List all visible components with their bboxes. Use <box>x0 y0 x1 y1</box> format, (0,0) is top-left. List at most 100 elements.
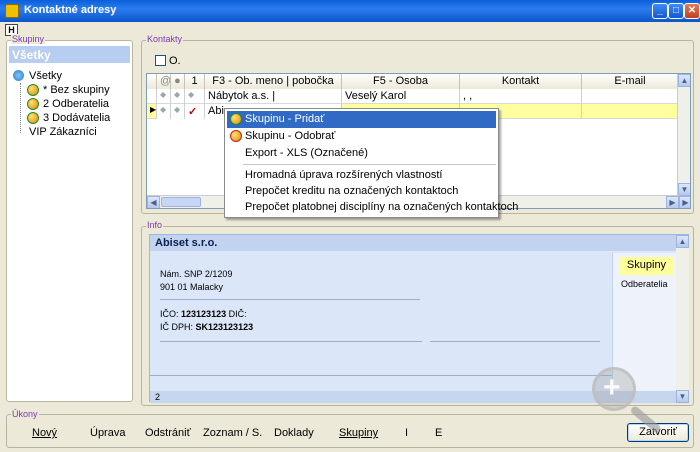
row-pointer-icon: ▶ <box>147 104 157 119</box>
dic-label: DIČ: <box>228 309 247 319</box>
table-row[interactable]: ◆ ◆ ◆ Nábytok a.s. | Veselý Karol , , <box>147 89 679 104</box>
app-icon <box>5 4 19 18</box>
row-dot: ◆ <box>157 104 171 119</box>
context-menu: Skupinu - Pridať Skupinu - Odobrať Expor… <box>224 108 518 218</box>
all-groups-header[interactable]: Všetky <box>9 46 130 63</box>
documents-button[interactable]: Doklady <box>274 427 314 439</box>
check-mark-icon: ✓ <box>185 104 205 119</box>
title-bar: Kontaktné adresy _ □ ✕ <box>0 0 700 22</box>
mark-checkbox[interactable] <box>155 55 166 66</box>
scroll-right-end-icon[interactable]: ▶ <box>679 196 690 208</box>
cell-name[interactable]: Nábytok a.s. | <box>205 89 342 104</box>
menu-item-remove-group[interactable]: Skupinu - Odobrať <box>227 128 496 145</box>
icdph-label: IČ DPH: <box>160 322 194 332</box>
icdph-row: IČ DPH: SK123123123 <box>160 322 253 332</box>
close-window-button[interactable]: ✕ <box>684 3 700 19</box>
address-line-2: 901 01 Malacky <box>160 282 224 292</box>
menu-item-label: Skupinu - Odobrať <box>245 130 336 142</box>
groups-badge: Skupiny <box>619 257 674 275</box>
groups-button[interactable]: Skupiny <box>339 427 378 439</box>
menu-item-label: Hromadná úprava rozšírených vlastností <box>245 169 443 181</box>
tree-item-label: 3 Dodávatelia <box>43 112 111 124</box>
attach-column-header[interactable]: @ <box>157 74 171 89</box>
scroll-up-icon[interactable]: ▲ <box>678 74 690 87</box>
cell-person[interactable]: Veselý Karol <box>342 89 460 104</box>
info-divider <box>160 299 420 300</box>
row-dot: ◆ <box>171 89 185 104</box>
row-indicator <box>147 89 157 104</box>
col-1-header[interactable]: 1 <box>185 74 205 89</box>
address-line-1: Nám. SNP 2/1209 <box>160 269 233 279</box>
cell-contact[interactable]: , , <box>460 89 582 104</box>
row-dot: ◆ <box>185 89 205 104</box>
grid-header-row: @ ● 1 F3 - Ob. meno | pobočka F5 - Osoba… <box>147 74 679 89</box>
info-scroll-down-icon[interactable]: ▼ <box>676 390 689 403</box>
col-contact-header[interactable]: Kontakt <box>460 74 582 89</box>
col-name-header[interactable]: F3 - Ob. meno | pobočka <box>205 74 342 89</box>
groups-legend: Skupiny <box>11 34 46 44</box>
menu-item-label: Prepočet kreditu na označených kontaktoc… <box>245 185 459 197</box>
menu-item-add-group[interactable]: Skupinu - Pridať <box>227 111 496 128</box>
row-dot: ◆ <box>157 89 171 104</box>
menu-item-label: Prepočet platobnej disciplíny na označen… <box>245 201 519 213</box>
remove-group-icon <box>230 130 242 142</box>
menu-separator <box>243 164 496 165</box>
group-value: Odberatelia <box>621 279 668 289</box>
e-button[interactable]: E <box>435 427 442 439</box>
menu-item-recalc-payment[interactable]: Prepočet platobnej disciplíny na označen… <box>227 199 518 216</box>
group-icon <box>27 112 39 124</box>
col-person-header[interactable]: F5 - Osoba <box>342 74 460 89</box>
new-button[interactable]: Nový <box>32 427 57 439</box>
actions-panel: Úkony Nový Úprava Odstrániť Zoznam / S. … <box>6 409 694 448</box>
menu-item-label: Skupinu - Pridať <box>245 113 325 125</box>
groups-panel: Skupiny Všetky Všetky * Bez skupiny 2 Od… <box>6 34 133 402</box>
info-divider <box>160 341 422 342</box>
scroll-down-icon[interactable]: ▼ <box>678 183 690 196</box>
delete-button[interactable]: Odstrániť <box>145 427 191 439</box>
group-root-icon <box>13 70 24 81</box>
i-button[interactable]: I <box>405 427 408 439</box>
tree-item-label: * Bez skupiny <box>43 84 110 96</box>
groups-tree: Všetky * Bez skupiny 2 Odberatelia 3 Dod… <box>13 69 110 139</box>
ico-label: IČO: <box>160 309 179 319</box>
scroll-right-icon[interactable]: ▶ <box>666 196 679 208</box>
menu-item-recalc-credit[interactable]: Prepočet kreditu na označených kontaktoc… <box>227 183 496 200</box>
menu-item-label: Export - XLS (Označené) <box>245 147 368 159</box>
info-divider <box>150 375 612 376</box>
group-icon <box>27 84 39 96</box>
info-scroll-track[interactable] <box>676 248 689 390</box>
tree-item-label: Všetky <box>29 70 63 82</box>
tree-connector <box>20 83 21 133</box>
row-indicator-header <box>147 74 157 89</box>
tree-item-label: VIP Zákazníci <box>29 126 97 138</box>
contacts-legend: Kontakty <box>146 34 184 44</box>
icdph-value: SK123123123 <box>195 322 254 332</box>
menu-item-export-xls[interactable]: Export - XLS (Označené) <box>227 145 496 162</box>
cell-email[interactable] <box>582 104 679 119</box>
cell-email[interactable] <box>582 89 679 104</box>
add-group-icon <box>230 113 242 125</box>
menu-item-bulk-edit[interactable]: Hromadná úprava rozšírených vlastností <box>227 167 496 184</box>
window-title: Kontaktné adresy <box>24 4 117 16</box>
company-name: Abiset s.r.o. <box>150 235 676 251</box>
note-column-header[interactable]: ● <box>171 74 185 89</box>
edit-button[interactable]: Úprava <box>90 427 125 439</box>
tree-item-root[interactable]: Všetky <box>13 69 62 83</box>
tree-item-label: 2 Odberatelia <box>43 98 110 110</box>
info-legend: Info <box>146 220 164 230</box>
scroll-thumb[interactable] <box>161 197 201 207</box>
ico-value: 123123123 <box>181 309 227 319</box>
minimize-button[interactable]: _ <box>652 3 668 19</box>
col-email-header[interactable]: E-mail <box>582 74 679 89</box>
info-scroll-up-icon[interactable]: ▲ <box>676 235 689 248</box>
zoom-in-icon[interactable]: + <box>592 367 636 411</box>
maximize-button[interactable]: □ <box>668 3 684 19</box>
ico-row: IČO: 123123123 DIČ: <box>160 309 247 319</box>
info-divider <box>430 341 600 342</box>
row-dot: ◆ <box>171 104 185 119</box>
mark-checkbox-label: O. <box>169 55 181 67</box>
scroll-left-icon[interactable]: ◀ <box>147 196 160 208</box>
list-button[interactable]: Zoznam / S. <box>203 427 262 439</box>
grid-vertical-scrollbar[interactable]: ▲ ▼ <box>677 74 690 196</box>
group-icon <box>27 98 39 110</box>
